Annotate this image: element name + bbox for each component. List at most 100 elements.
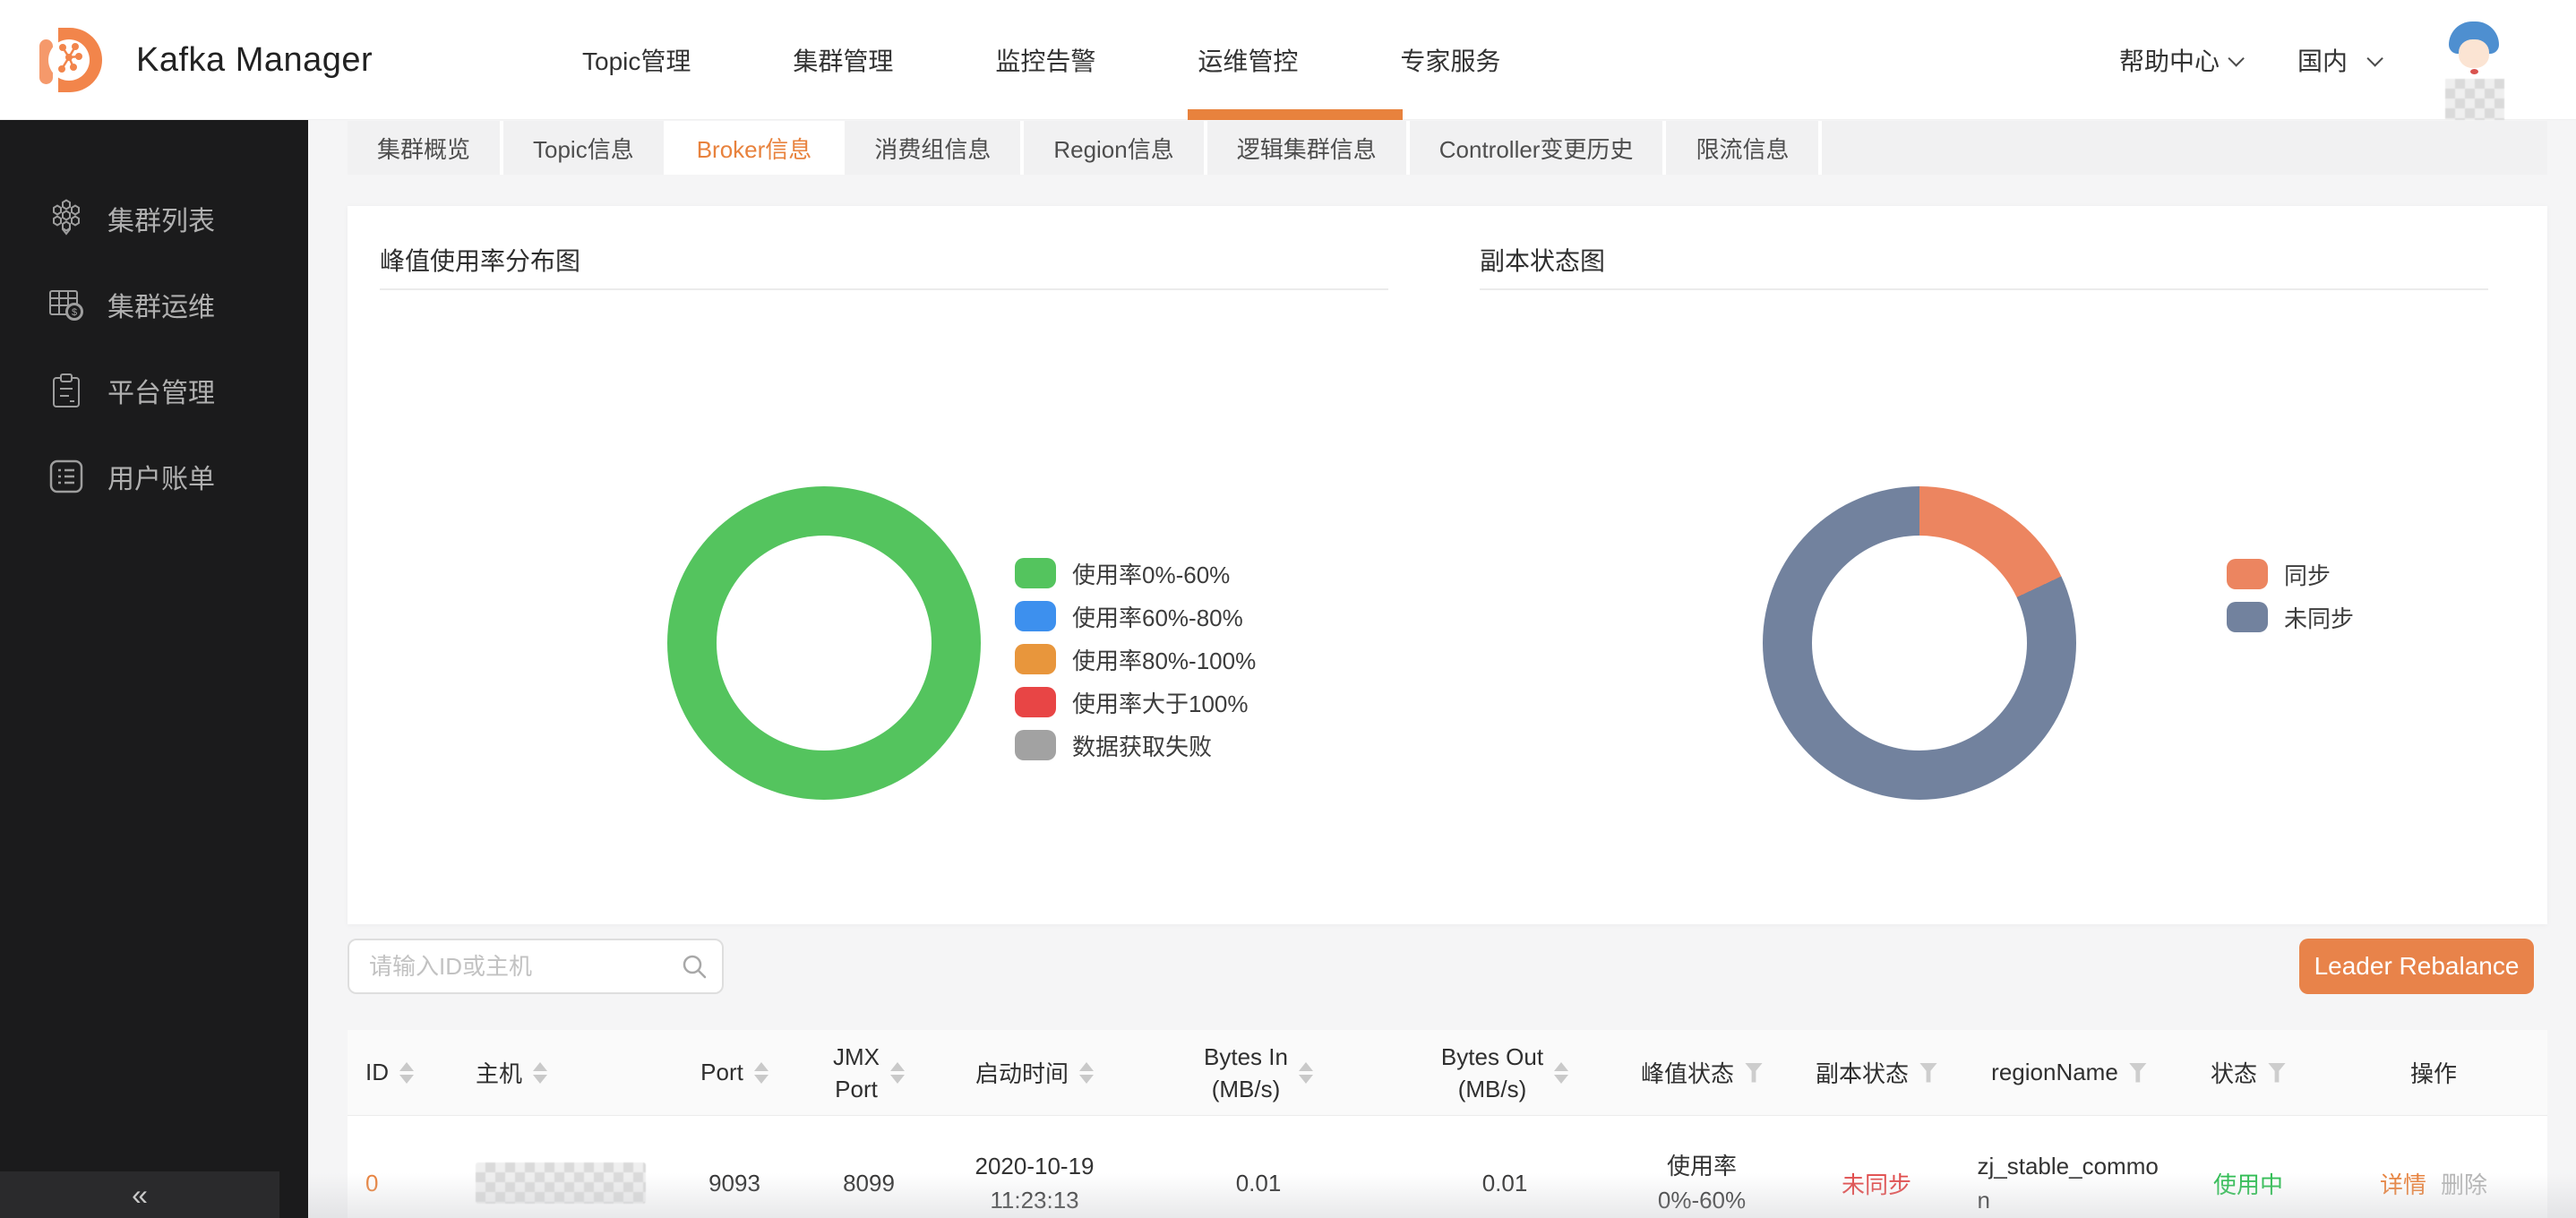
- cell-replica-status: 未同步: [1791, 1167, 1962, 1200]
- filter-funnel-icon[interactable]: [2268, 1063, 2286, 1083]
- legend-item[interactable]: 数据获取失败: [1015, 724, 1256, 767]
- search-input[interactable]: [348, 939, 724, 994]
- cell-port: 9093: [681, 1170, 788, 1197]
- detail-link[interactable]: 详情: [2380, 1167, 2426, 1200]
- charts-panel: 峰值使用率分布图 使用率0%-60% 使用率60%-80% 使用率80%-100…: [348, 206, 2547, 924]
- col-header-peak-status[interactable]: 峰值状态: [1612, 1056, 1791, 1089]
- sort-icon[interactable]: [1299, 1062, 1313, 1084]
- sort-icon[interactable]: [399, 1062, 414, 1084]
- legend-item[interactable]: 使用率0%-60%: [1015, 552, 1256, 595]
- nav-item-monitor[interactable]: 监控告警: [995, 42, 1095, 78]
- tab-logical-cluster-info[interactable]: 逻辑集群信息: [1207, 121, 1410, 175]
- clipboard-icon: [47, 371, 86, 410]
- nav-item-ops[interactable]: 运维管控: [1198, 42, 1298, 78]
- table-header-row: ID 主机 Port JMXPort 启动时间 Bytes In(MB/s): [348, 1030, 2547, 1116]
- sidebar-item-cluster-list[interactable]: 集群列表: [0, 193, 308, 244]
- peak-usage-donut-chart: [667, 486, 981, 800]
- leader-rebalance-button[interactable]: Leader Rebalance: [2299, 939, 2534, 994]
- sidebar-collapse-button[interactable]: «: [0, 1171, 279, 1218]
- legend-swatch: [1015, 687, 1056, 717]
- nav-item-expert[interactable]: 专家服务: [1400, 42, 1500, 78]
- sidebar-item-cluster-ops[interactable]: $ 集群运维: [0, 279, 308, 330]
- col-header-port[interactable]: Port: [681, 1059, 788, 1086]
- legend-swatch: [2227, 602, 2268, 632]
- tab-consumer-group-info[interactable]: 消费组信息: [845, 121, 1024, 175]
- legend-swatch: [1015, 601, 1056, 631]
- col-header-status[interactable]: 状态: [2177, 1056, 2320, 1089]
- sidebar-item-user-billing[interactable]: 用户账单: [0, 451, 308, 502]
- col-header-host[interactable]: 主机: [457, 1056, 681, 1089]
- active-nav-underline: [1188, 109, 1403, 120]
- host-value-redacted: [476, 1162, 646, 1204]
- list-icon: [47, 457, 86, 496]
- tab-controller-history[interactable]: Controller变更历史: [1410, 121, 1667, 175]
- replica-status-donut-chart: [1763, 486, 2076, 800]
- replica-status-chart-section: 副本状态图 同步 未同步: [1447, 206, 2547, 924]
- col-header-bytes-in[interactable]: Bytes In(MB/s): [1120, 1041, 1397, 1105]
- sort-icon[interactable]: [1079, 1062, 1094, 1084]
- user-avatar[interactable]: [2436, 13, 2517, 120]
- legend-item[interactable]: 使用率60%-80%: [1015, 595, 1256, 638]
- peak-usage-chart-title: 峰值使用率分布图: [380, 242, 580, 278]
- legend-swatch: [1015, 558, 1056, 588]
- search-icon[interactable]: [681, 953, 708, 984]
- peak-usage-legend: 使用率0%-60% 使用率60%-80% 使用率80%-100% 使用率大于10…: [1015, 552, 1256, 767]
- legend-swatch: [1015, 730, 1056, 760]
- legend-item[interactable]: 使用率80%-100%: [1015, 638, 1256, 681]
- main-nav: Topic管理 集群管理 监控告警 运维管控 专家服务: [582, 0, 1500, 120]
- sort-icon[interactable]: [754, 1062, 769, 1084]
- cell-region-name: zj_stable_common: [1962, 1149, 2177, 1217]
- tab-broker-info[interactable]: Broker信息: [667, 121, 846, 175]
- cell-bytes-in: 0.01: [1120, 1170, 1397, 1197]
- sidebar-item-platform-admin[interactable]: 平台管理: [0, 365, 308, 416]
- filter-funnel-icon[interactable]: [1919, 1063, 1937, 1083]
- col-header-jmx-port[interactable]: JMXPort: [788, 1041, 949, 1105]
- ops-billing-table-icon: $: [47, 285, 86, 324]
- filter-funnel-icon[interactable]: [1745, 1063, 1763, 1083]
- tab-region-info[interactable]: Region信息: [1024, 121, 1206, 175]
- svg-text:$: $: [72, 307, 77, 318]
- top-navigation-bar: Kafka Manager Topic管理 集群管理 监控告警 运维管控 专家服…: [0, 0, 2576, 120]
- help-center-dropdown[interactable]: 帮助中心: [2119, 42, 2240, 78]
- legend-swatch: [2227, 559, 2268, 589]
- nav-item-cluster[interactable]: 集群管理: [793, 42, 893, 78]
- chevron-down-icon: [2228, 50, 2244, 66]
- divider: [380, 288, 1388, 290]
- sort-icon[interactable]: [533, 1062, 547, 1084]
- legend-item[interactable]: 未同步: [2227, 596, 2354, 639]
- cell-id: 0: [348, 1170, 457, 1197]
- cell-bytes-out: 0.01: [1397, 1170, 1612, 1197]
- legend-item[interactable]: 使用率大于100%: [1015, 681, 1256, 724]
- nav-item-topic[interactable]: Topic管理: [582, 42, 691, 78]
- nav-right-group: 帮助中心 国内: [2119, 0, 2517, 120]
- chevron-down-icon: [2366, 50, 2383, 66]
- app-logo-icon: [36, 23, 107, 97]
- replica-status-chart-title: 副本状态图: [1480, 242, 1605, 278]
- filter-funnel-icon[interactable]: [2129, 1063, 2147, 1083]
- legend-swatch: [1015, 644, 1056, 674]
- tab-throttle-info[interactable]: 限流信息: [1666, 121, 1822, 175]
- col-header-bytes-out[interactable]: Bytes Out(MB/s): [1397, 1041, 1612, 1105]
- col-header-replica-status[interactable]: 副本状态: [1791, 1056, 1962, 1089]
- cell-start-time: 2020-10-19 11:23:13: [949, 1149, 1120, 1217]
- col-header-region-name[interactable]: regionName: [1962, 1059, 2177, 1086]
- sort-icon[interactable]: [1554, 1062, 1568, 1084]
- broker-table: ID 主机 Port JMXPort 启动时间 Bytes In(MB/s): [348, 1030, 2547, 1218]
- col-header-actions: 操作: [2320, 1056, 2547, 1089]
- tab-cluster-overview[interactable]: 集群概览: [348, 121, 503, 175]
- region-dropdown[interactable]: 国内: [2297, 42, 2379, 78]
- peak-usage-chart-section: 峰值使用率分布图 使用率0%-60% 使用率60%-80% 使用率80%-100…: [348, 206, 1447, 924]
- tab-topic-info[interactable]: Topic信息: [503, 121, 667, 175]
- broker-search: [348, 939, 724, 994]
- col-header-start-time[interactable]: 启动时间: [949, 1056, 1120, 1089]
- status-badge: 未同步: [1842, 1167, 1911, 1200]
- legend-item[interactable]: 同步: [2227, 553, 2354, 596]
- app-title: Kafka Manager: [136, 0, 373, 120]
- table-row: 0 9093 8099 2020-10-19 11:23:13 0.01 0.0…: [348, 1116, 2547, 1218]
- cell-host: [457, 1162, 681, 1204]
- sort-icon[interactable]: [890, 1062, 905, 1084]
- broker-id-link[interactable]: 0: [365, 1170, 378, 1197]
- delete-link[interactable]: 删除: [2441, 1167, 2487, 1200]
- collapse-chevrons-icon: «: [132, 1180, 148, 1209]
- col-header-id[interactable]: ID: [348, 1059, 457, 1086]
